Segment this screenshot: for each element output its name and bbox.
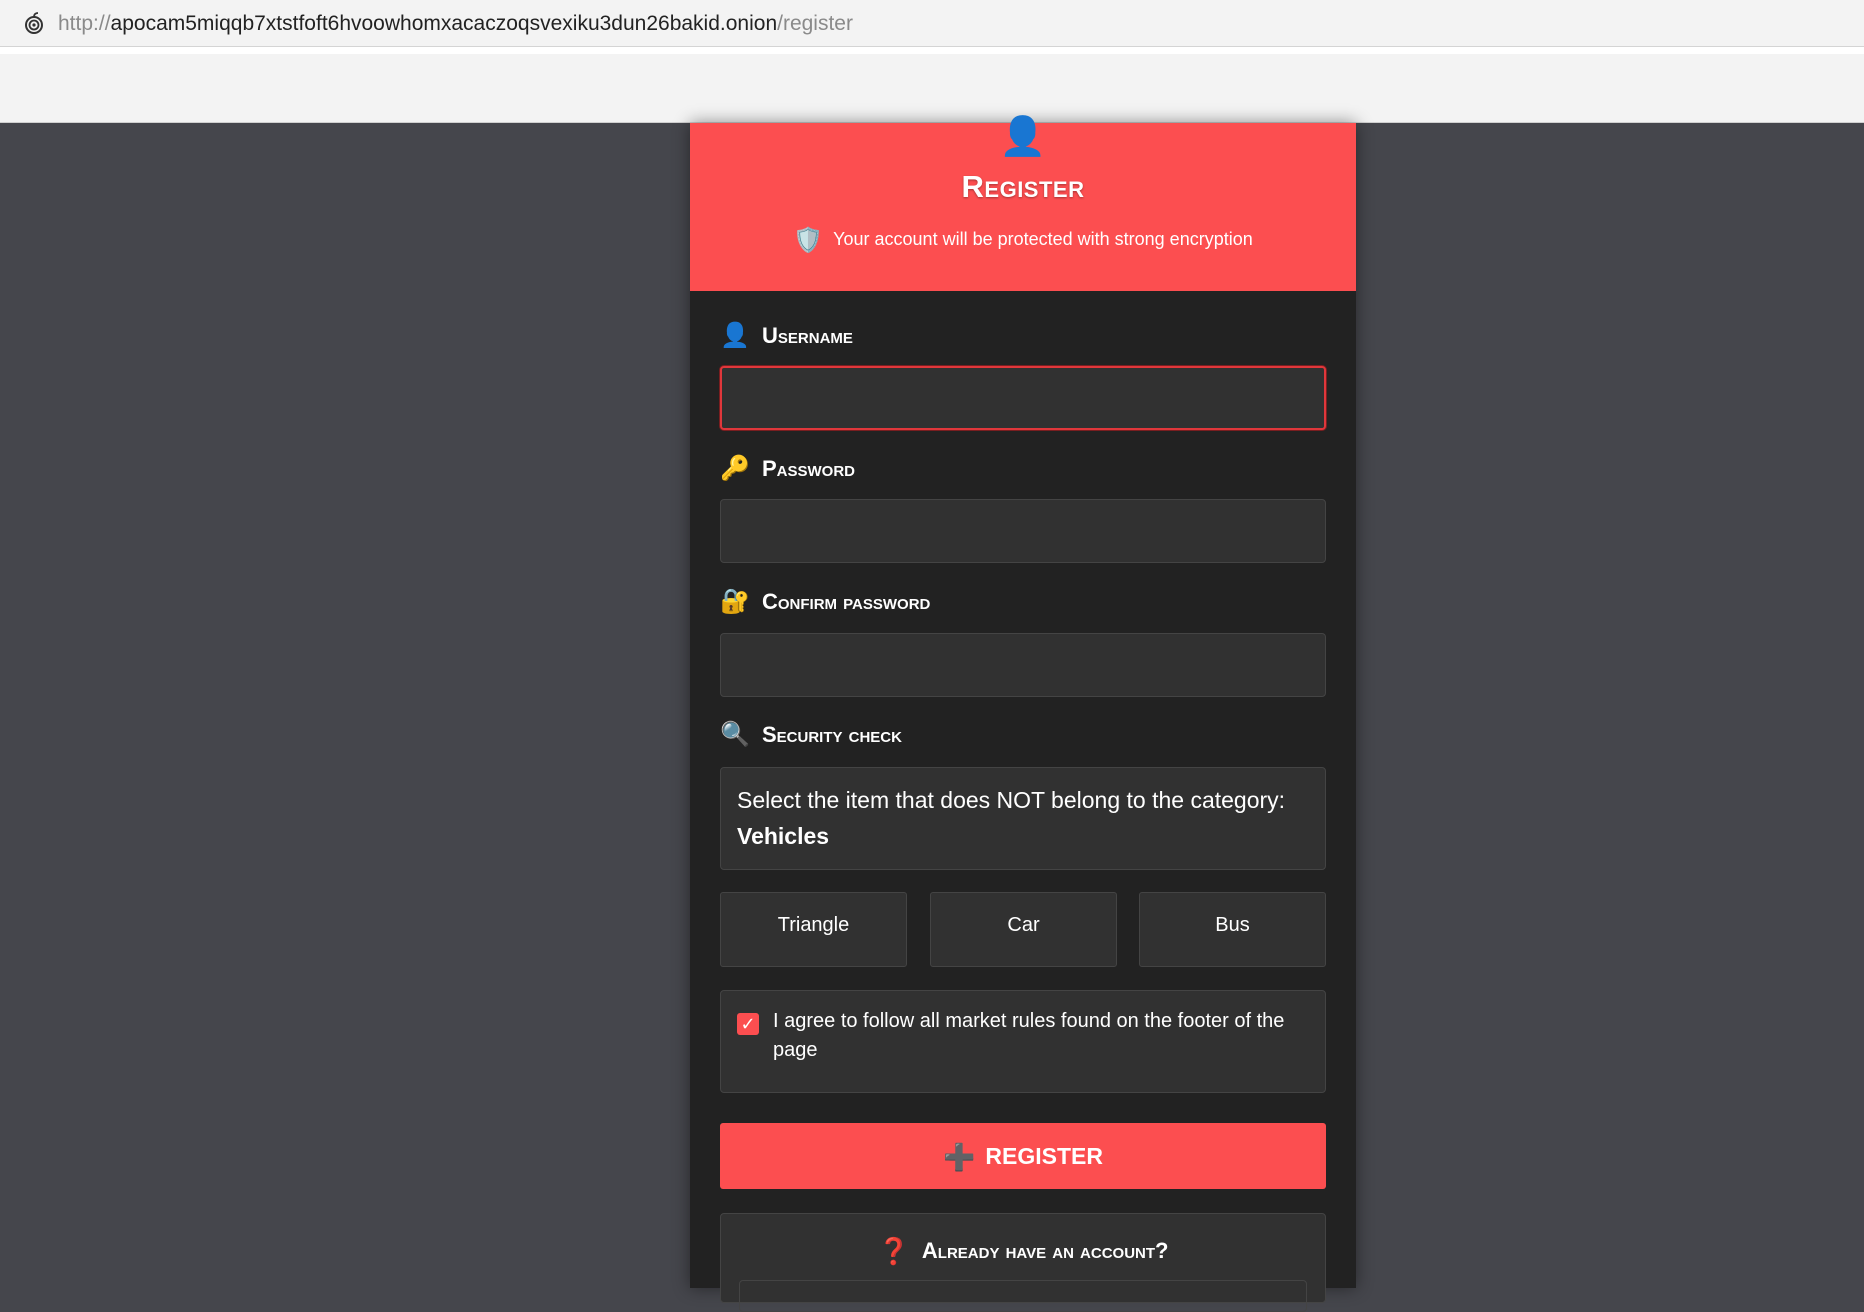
header-subtitle: 🛡️ Your account will be protected with st… xyxy=(690,227,1356,253)
subtitle-text: Your account will be protected with stro… xyxy=(833,229,1253,249)
security-check-label-text: Security check xyxy=(762,722,902,747)
already-have-account: ❓ Already have an account? xyxy=(721,1236,1325,1267)
login-link-box[interactable] xyxy=(739,1280,1307,1312)
browser-url-bar[interactable]: http://apocam5miqqb7xtstfoft6hvoowhomxac… xyxy=(0,0,1864,47)
plus-icon: ➕ xyxy=(943,1142,976,1172)
username-label: 👤 Username xyxy=(720,321,853,350)
magnifier-icon: 🔍 xyxy=(720,721,750,748)
rules-agreement: ✓ I agree to follow all market rules fou… xyxy=(720,990,1326,1093)
url-scheme: http:// xyxy=(58,12,111,35)
shield-icon: 🛡️ xyxy=(793,227,824,254)
already-label: Already have an account? xyxy=(921,1238,1169,1263)
captcha-question: Select the item that does NOT belong to … xyxy=(720,767,1326,870)
url-text[interactable]: http://apocam5miqqb7xtstfoft6hvoowhomxac… xyxy=(58,10,853,37)
username-label-text: Username xyxy=(762,323,853,348)
captcha-option-triangle[interactable]: Triangle xyxy=(720,892,907,967)
password-input[interactable] xyxy=(720,499,1326,563)
lock-key-icon: 🔐 xyxy=(720,588,750,615)
chrome-divider xyxy=(0,47,1864,54)
password-label: 🔑 Password xyxy=(720,454,855,483)
page-title: Register xyxy=(961,169,1085,204)
agree-text: I agree to follow all market rules found… xyxy=(773,1010,1285,1061)
browser-toolbar xyxy=(0,54,1864,123)
user-icon: 👤 xyxy=(999,116,1047,158)
register-card: 👤 Register 🛡️ Your account will be protec… xyxy=(690,117,1356,1312)
captcha-option-car[interactable]: Car xyxy=(930,892,1117,967)
security-check-label: 🔍 Security check xyxy=(720,720,902,749)
captcha-category: Vehicles xyxy=(737,823,830,849)
password-label-text: Password xyxy=(762,456,856,481)
username-input[interactable] xyxy=(720,366,1326,430)
confirm-password-input[interactable] xyxy=(720,633,1326,697)
card-header: 👤 Register 🛡️ Your account will be protec… xyxy=(690,117,1356,291)
captcha-option-bus[interactable]: Bus xyxy=(1139,892,1326,967)
onion-icon[interactable] xyxy=(22,11,46,35)
register-button-label: REGISTER xyxy=(985,1143,1103,1169)
captcha-prompt: Select the item that does NOT belong to … xyxy=(737,787,1286,813)
url-host: apocam5miqqb7xtstfoft6hvoowhomxacaczoqsv… xyxy=(110,12,778,35)
user-icon: 👤 xyxy=(720,322,750,349)
login-prompt: ❓ Already have an account? xyxy=(720,1213,1326,1312)
register-button[interactable]: ➕ REGISTER xyxy=(720,1123,1326,1189)
confirm-password-label: 🔐 Confirm password xyxy=(720,587,930,616)
confirm-password-label-text: Confirm password xyxy=(762,589,931,614)
agree-checkbox[interactable]: ✓ xyxy=(737,1013,759,1035)
key-icon: 🔑 xyxy=(720,455,750,482)
question-icon: ❓ xyxy=(877,1236,910,1266)
url-path: /register xyxy=(777,12,853,35)
